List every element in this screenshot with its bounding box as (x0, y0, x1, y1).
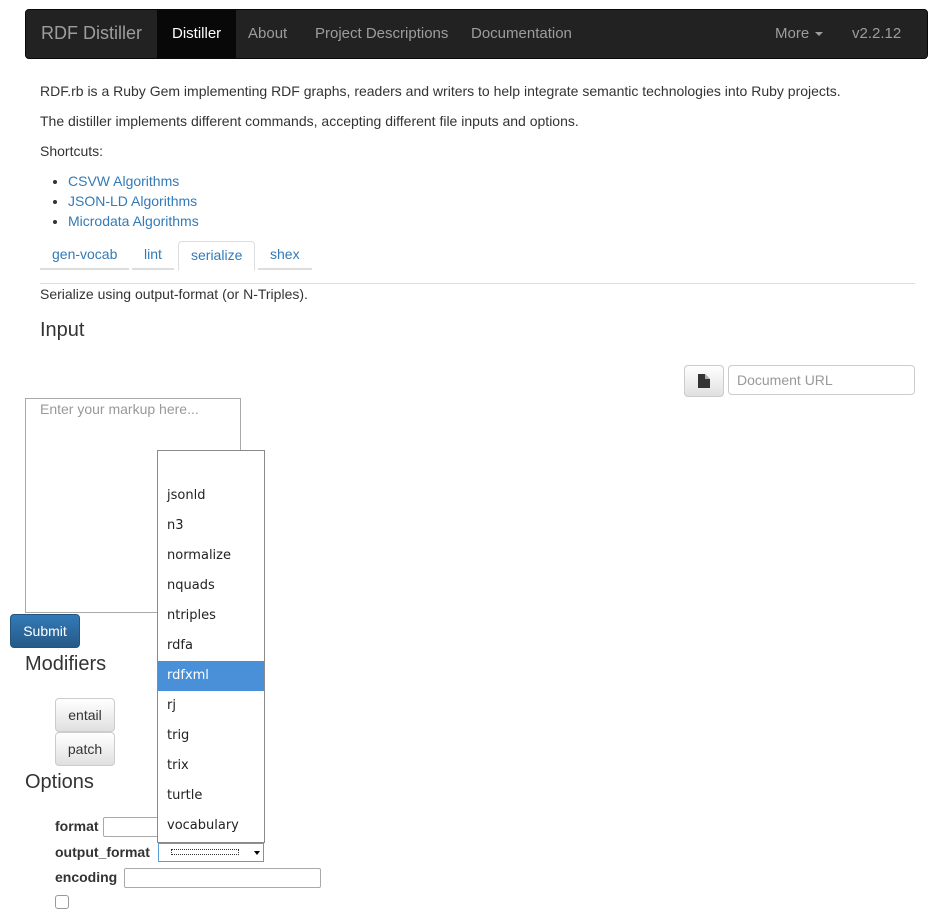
dropdown-option[interactable]: turtle (158, 781, 264, 811)
format-label: format (55, 818, 99, 834)
output-format-select[interactable] (158, 843, 264, 862)
version-label: v2.2.12 (852, 25, 902, 42)
intro-description: RDF.rb is a Ruby Gem implementing RDF gr… (40, 83, 841, 99)
focus-ring (171, 849, 239, 855)
encoding-input[interactable] (124, 868, 321, 888)
dropdown-option[interactable]: trig (158, 721, 264, 751)
dropdown-option[interactable]: vocabulary (158, 811, 264, 841)
nav-item-about[interactable]: About (233, 10, 302, 58)
list-item: Microdata Algorithms (68, 212, 199, 232)
shortcut-link-csvw[interactable]: CSVW Algorithms (68, 173, 179, 189)
submit-button[interactable]: Submit (10, 614, 80, 648)
dropdown-option[interactable]: nquads (158, 571, 264, 601)
nav-more-label: More (775, 25, 810, 42)
file-icon (698, 374, 710, 388)
dropdown-arrow-icon (254, 851, 260, 855)
format-input[interactable] (103, 817, 163, 837)
list-item: JSON-LD Algorithms (68, 192, 199, 212)
patch-button[interactable]: patch (55, 732, 115, 766)
dropdown-option[interactable]: rj (158, 691, 264, 721)
document-url-input[interactable] (728, 365, 915, 395)
dropdown-option[interactable]: ntriples (158, 601, 264, 631)
nav-item-project-descriptions[interactable]: Project Descriptions (300, 10, 463, 58)
dropdown-option[interactable]: trix (158, 751, 264, 781)
tab-gen-vocab[interactable]: gen-vocab (40, 241, 130, 270)
tab-shex[interactable]: shex (258, 241, 312, 270)
tab-description: Serialize using output-format (or N-Trip… (40, 286, 308, 302)
shortcuts-label: Shortcuts: (40, 143, 104, 159)
dropdown-option[interactable]: rdfa (158, 631, 264, 661)
nav-item-distiller[interactable]: Distiller (157, 10, 237, 58)
tab-serialize[interactable]: serialize (178, 241, 256, 271)
dropdown-option[interactable] (158, 451, 264, 481)
shortcut-link-jsonld[interactable]: JSON-LD Algorithms (68, 193, 197, 209)
list-item: CSVW Algorithms (68, 172, 199, 192)
file-upload-button[interactable] (684, 365, 724, 397)
modifiers-heading: Modifiers (25, 653, 107, 675)
dropdown-option[interactable]: jsonld (158, 481, 264, 511)
dropdown-option[interactable]: n3 (158, 511, 264, 541)
checkbox[interactable] (55, 895, 69, 909)
output-format-dropdown: jsonld n3 normalize nquads ntriples rdfa… (157, 450, 265, 843)
brand[interactable]: RDF Distiller (41, 23, 142, 44)
entail-button[interactable]: entail (55, 698, 115, 732)
dropdown-option[interactable]: normalize (158, 541, 264, 571)
caret-down-icon (815, 32, 824, 37)
encoding-label: encoding (55, 869, 118, 885)
shortcut-link-microdata[interactable]: Microdata Algorithms (68, 213, 199, 229)
distiller-description: The distiller implements different comma… (40, 113, 579, 129)
output-format-label: output_format (55, 844, 150, 860)
command-tabs: gen-vocab lint serialize shex (40, 241, 915, 284)
shortcuts-list: CSVW Algorithms JSON-LD Algorithms Micro… (40, 172, 199, 232)
nav-more-dropdown[interactable]: More (760, 10, 838, 58)
tab-lint[interactable]: lint (132, 241, 174, 270)
input-heading: Input (40, 319, 85, 341)
navbar: RDF Distiller Distiller About Project De… (25, 9, 928, 59)
nav-item-documentation[interactable]: Documentation (456, 10, 587, 58)
dropdown-option-highlighted[interactable]: rdfxml (158, 661, 264, 691)
options-heading: Options (25, 771, 94, 793)
